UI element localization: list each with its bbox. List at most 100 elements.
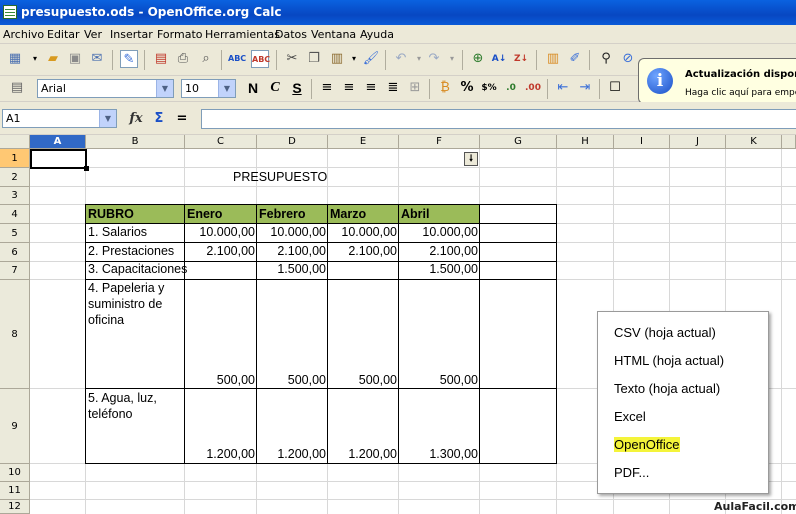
draw-functions-icon[interactable]: ✐ [566, 50, 584, 68]
dropdown-arrow-icon[interactable]: ▾ [26, 50, 44, 68]
menu-insertar[interactable]: Insertar [110, 28, 153, 41]
align-left-icon[interactable]: ≡ [318, 79, 336, 97]
export-option-text[interactable]: Texto (hoja actual) [614, 381, 720, 396]
borders-icon[interactable]: ☐ [606, 79, 624, 97]
chart-icon[interactable]: ▥ [544, 50, 562, 68]
spellcheck-icon[interactable]: ABC [228, 50, 246, 68]
menu-ayuda[interactable]: Ayuda [360, 28, 394, 41]
paste-dropdown-icon[interactable]: ▾ [345, 50, 363, 68]
save-icon[interactable]: ▣ [66, 50, 84, 68]
column-header-g[interactable]: G [480, 135, 557, 149]
cut-icon[interactable]: ✂ [283, 50, 301, 68]
row-header-8[interactable]: 8 [0, 280, 30, 389]
chevron-down-icon[interactable]: ▼ [218, 80, 235, 97]
font-size-combo[interactable]: 10 ▼ [181, 79, 236, 98]
column-header-c[interactable]: C [185, 135, 257, 149]
formula-input[interactable] [201, 109, 796, 129]
chevron-down-icon[interactable]: ▼ [156, 80, 173, 97]
italic-icon[interactable]: C [266, 79, 284, 97]
export-option-openoffice[interactable]: OpenOffice [614, 437, 680, 452]
export-pdf-icon[interactable]: ▤ [152, 50, 170, 68]
redo-icon[interactable]: ↷ [425, 50, 443, 68]
styles-icon[interactable]: ▤ [8, 79, 26, 97]
formula-bar: A1 ▼ fx Σ = [0, 102, 796, 135]
row-header-3[interactable]: 3 [0, 187, 30, 205]
menu-ver[interactable]: Ver [84, 28, 102, 41]
sort-descending-icon[interactable]: Z↓ [512, 50, 530, 68]
increase-indent-icon[interactable]: ⇥ [576, 79, 594, 97]
export-option-html[interactable]: HTML (hoja actual) [614, 353, 724, 368]
edit-file-icon[interactable]: ✎ [120, 50, 138, 68]
justify-icon[interactable]: ≣ [384, 79, 402, 97]
name-box[interactable]: A1 ▼ [2, 109, 117, 128]
function-wizard-icon[interactable]: fx [127, 110, 145, 128]
row-header-12[interactable]: 12 [0, 500, 30, 514]
open-folder-icon[interactable]: ▰ [44, 50, 62, 68]
chevron-down-icon[interactable]: ▼ [99, 110, 116, 127]
hyperlink-icon[interactable]: ⊕ [469, 50, 487, 68]
column-header-b[interactable]: B [86, 135, 185, 149]
menu-herramientas[interactable]: Herramientas [205, 28, 280, 41]
row-header-2[interactable]: 2 [0, 168, 30, 187]
row-header-10[interactable]: 10 [0, 464, 30, 482]
print-icon[interactable]: ⎙ [174, 50, 192, 68]
find-replace-icon[interactable]: ⚲ [597, 50, 615, 68]
active-cell-a1[interactable] [30, 149, 87, 169]
column-header-h[interactable]: H [557, 135, 614, 149]
column-header-i[interactable]: I [614, 135, 670, 149]
delete-decimal-icon[interactable]: .00 [524, 79, 542, 97]
row-header-5[interactable]: 5 [0, 224, 30, 243]
currency-format-icon[interactable]: ₿ [436, 79, 454, 97]
undo-icon[interactable]: ↶ [392, 50, 410, 68]
menu-formato[interactable]: Formato [157, 28, 203, 41]
header-enero: Enero [185, 205, 257, 224]
menu-archivo[interactable]: Archivo [3, 28, 44, 41]
navigator-icon[interactable]: ⊘ [619, 50, 637, 68]
export-menu: CSV (hoja actual) HTML (hoja actual) Tex… [597, 311, 769, 494]
row-header-7[interactable]: 7 [0, 262, 30, 280]
bold-icon[interactable]: N [244, 79, 262, 97]
update-notification[interactable]: i Actualización disponible Haga clic aqu… [638, 58, 796, 104]
copy-icon[interactable]: ❐ [305, 50, 323, 68]
menu-datos[interactable]: Datos [275, 28, 307, 41]
column-header-a[interactable]: A [30, 135, 86, 149]
clone-format-icon[interactable]: 🖌 [362, 50, 380, 68]
print-preview-icon[interactable]: ⌕ [197, 50, 215, 68]
redo-dropdown-icon[interactable]: ▾ [443, 50, 461, 68]
align-center-icon[interactable]: ≡ [340, 79, 358, 97]
percent-format-icon[interactable]: % [458, 79, 476, 97]
add-decimal-icon[interactable]: .0 [502, 79, 520, 97]
column-header-j[interactable]: J [670, 135, 726, 149]
row-header-6[interactable]: 6 [0, 243, 30, 262]
sort-ascending-icon[interactable]: A↓ [490, 50, 508, 68]
standard-format-icon[interactable]: $% [480, 79, 498, 97]
column-header-extra[interactable] [782, 135, 796, 149]
merge-cells-icon[interactable]: ⊞ [406, 79, 424, 97]
fill-handle[interactable] [84, 166, 89, 171]
column-header-d[interactable]: D [257, 135, 328, 149]
decrease-indent-icon[interactable]: ⇤ [554, 79, 572, 97]
select-all-corner[interactable] [0, 135, 30, 149]
font-name-combo[interactable]: Arial ▼ [37, 79, 174, 98]
function-icon[interactable]: = [173, 110, 191, 128]
export-dropdown-button[interactable]: 🠗 [464, 152, 478, 166]
column-header-f[interactable]: F [399, 135, 480, 149]
row-header-1[interactable]: 1 [0, 149, 30, 168]
export-option-excel[interactable]: Excel [614, 409, 646, 424]
paste-icon[interactable]: ▥ [328, 50, 346, 68]
export-option-csv[interactable]: CSV (hoja actual) [614, 325, 716, 340]
menu-editar[interactable]: Editar [47, 28, 80, 41]
new-document-icon[interactable]: ▦ [6, 50, 24, 68]
menu-ventana[interactable]: Ventana [311, 28, 356, 41]
sum-icon[interactable]: Σ [150, 110, 168, 128]
underline-icon[interactable]: S [288, 79, 306, 97]
column-header-e[interactable]: E [328, 135, 399, 149]
export-option-pdf[interactable]: PDF... [614, 465, 649, 480]
email-icon[interactable]: ✉ [88, 50, 106, 68]
align-right-icon[interactable]: ≡ [362, 79, 380, 97]
row-header-4[interactable]: 4 [0, 205, 30, 224]
autospellcheck-icon[interactable]: ABC [251, 50, 270, 68]
row-header-11[interactable]: 11 [0, 482, 30, 500]
row-header-9[interactable]: 9 [0, 389, 30, 464]
column-header-k[interactable]: K [726, 135, 782, 149]
